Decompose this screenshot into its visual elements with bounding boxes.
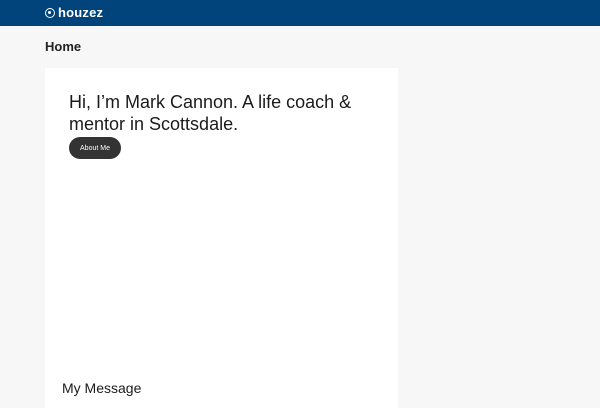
logo-text: houzez — [58, 5, 104, 20]
content-card: Hi, I’m Mark Cannon. A life coach & ment… — [45, 68, 398, 408]
page-title: Home — [45, 39, 82, 54]
hero-heading: Hi, I’m Mark Cannon. A life coach & ment… — [69, 92, 352, 134]
about-me-button[interactable]: About Me — [69, 137, 121, 159]
houzez-logo[interactable]: houzez — [45, 5, 103, 20]
top-navbar: houzez — [0, 0, 600, 26]
my-message-heading: My Message — [62, 380, 142, 396]
map-pin-icon — [45, 7, 55, 18]
